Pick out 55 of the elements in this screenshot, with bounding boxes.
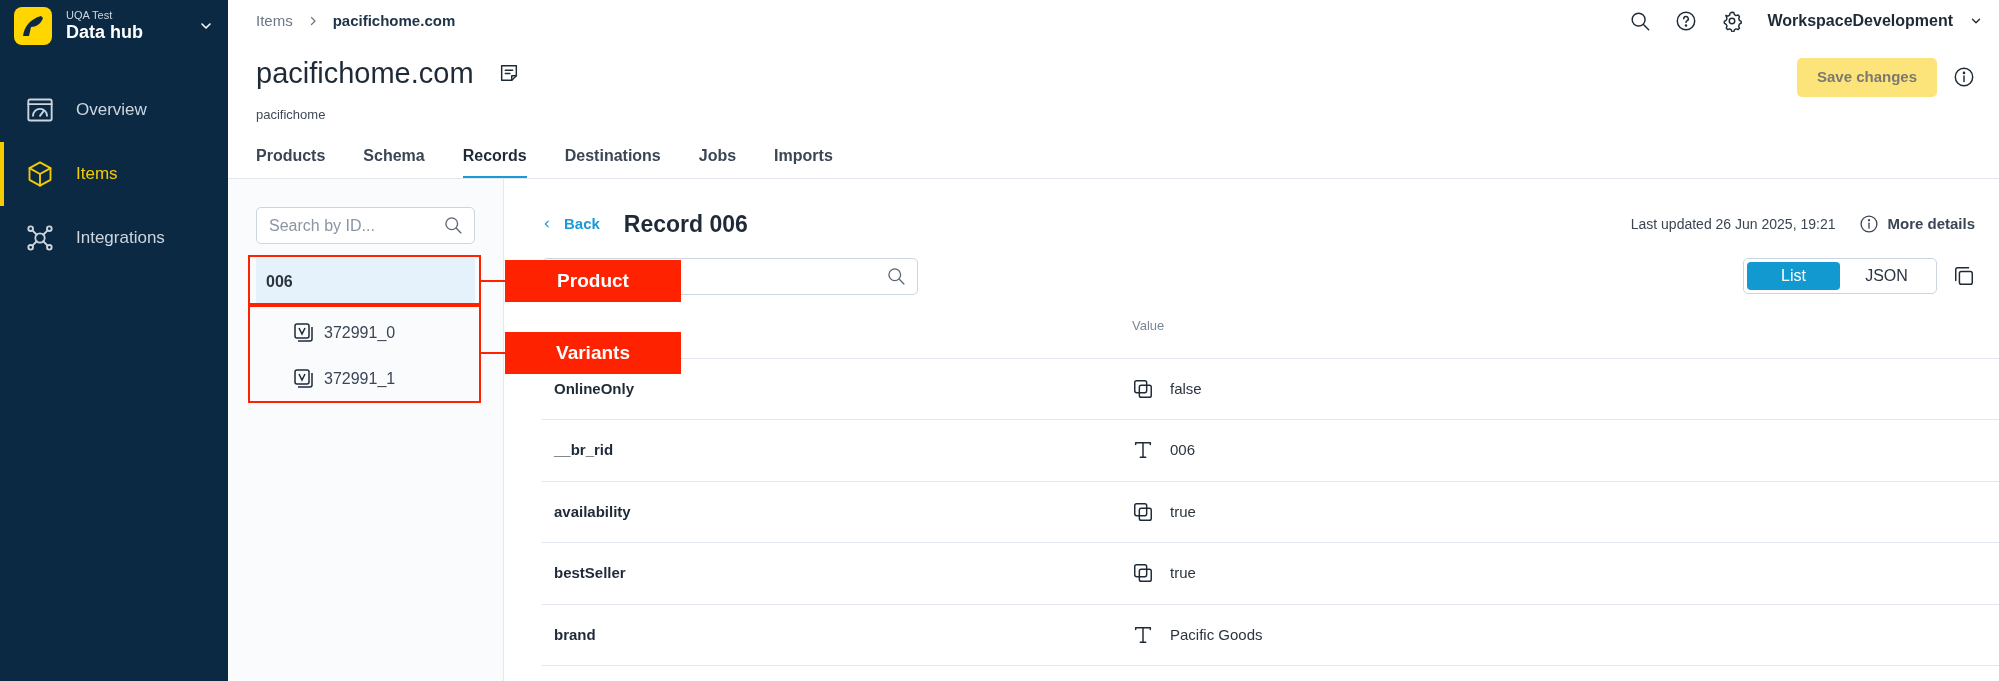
- tab[interactable]: Products: [256, 144, 326, 178]
- tree-item[interactable]: 372991_0: [256, 310, 475, 356]
- breadcrumb-link[interactable]: Items: [256, 9, 293, 33]
- tab[interactable]: Destinations: [564, 144, 661, 178]
- field-name: bestSeller: [553, 563, 627, 583]
- field-value: 006: [1170, 440, 1196, 460]
- leader-line: [481, 280, 505, 282]
- info-icon[interactable]: [1953, 66, 1975, 89]
- leader-line: [481, 352, 505, 354]
- tab[interactable]: Imports: [774, 144, 833, 178]
- workspace-menu[interactable]: WorkspaceDevelopment: [1767, 9, 1983, 33]
- field-name: brand: [553, 624, 597, 645]
- field-value: Pacific Goods: [1170, 624, 1263, 645]
- tree-item[interactable]: 372991_1: [256, 356, 475, 402]
- page-subtitle: pacifichome: [256, 105, 327, 124]
- app-name: Data hub: [66, 21, 144, 43]
- field-value: false: [1170, 378, 1202, 399]
- annotation-tooltip: Product: [505, 260, 681, 302]
- breadcrumb-link[interactable]: pacifichome.com: [332, 9, 456, 33]
- search-icon[interactable]: [1629, 10, 1652, 32]
- tab[interactable]: Schema: [363, 144, 425, 178]
- field-value: true: [1170, 563, 1196, 583]
- annotation-tooltip: Variants: [505, 332, 681, 374]
- info-icon: [1859, 214, 1880, 235]
- cube-icon: [26, 160, 54, 188]
- variant-icon: [294, 369, 314, 389]
- copy-icon[interactable]: [1953, 265, 1975, 287]
- sidebar-item[interactable]: Overview: [0, 78, 228, 142]
- chevron-left-icon: [542, 219, 552, 230]
- sidebar-item[interactable]: Integrations: [0, 206, 228, 270]
- field-name: __br_rid: [553, 440, 615, 460]
- settings-icon[interactable]: [1721, 10, 1744, 32]
- search-icon: [443, 215, 463, 235]
- last-updated-text: Last updated 26 Jun 2025, 19:21: [1630, 214, 1836, 234]
- window-gauge-icon: [26, 96, 54, 124]
- record-title: Record 006: [623, 210, 749, 239]
- page-title: pacifichome.com: [256, 56, 474, 92]
- field-value: true: [1170, 501, 1196, 522]
- app-logo: [14, 7, 52, 45]
- tree-item[interactable]: 006: [256, 258, 475, 306]
- tab[interactable]: Jobs: [698, 144, 737, 178]
- more-details-link[interactable]: More details: [1859, 213, 1975, 236]
- field-name: OnlineOnly: [553, 378, 635, 399]
- variant-icon: [294, 323, 314, 343]
- boolean-type-icon: [1132, 500, 1154, 523]
- boolean-type-icon: [1132, 377, 1154, 400]
- column-header: Value: [1132, 317, 1165, 336]
- help-icon[interactable]: [1675, 10, 1698, 32]
- network-icon: [26, 224, 54, 252]
- view-toggle-option[interactable]: JSON: [1840, 262, 1933, 290]
- search-icon: [886, 265, 906, 286]
- boolean-type-icon: [1132, 562, 1154, 585]
- org-name: UQA Test: [66, 9, 114, 21]
- search-field[interactable]: Search by ID...: [256, 207, 475, 244]
- field-name: availability: [553, 501, 632, 522]
